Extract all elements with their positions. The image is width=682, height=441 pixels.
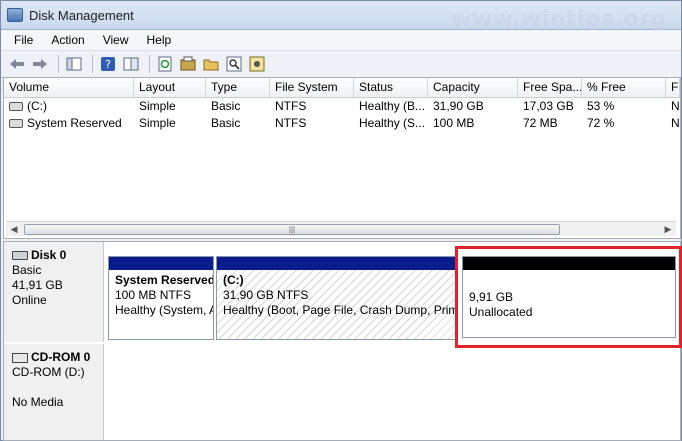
refresh-icon[interactable] [155,55,175,73]
partition-status: Healthy (Boot, Page File, Crash Dump, Pr… [223,303,455,317]
scroll-right-icon[interactable]: ▶ [661,222,675,236]
column-header-type[interactable]: Type [206,78,270,97]
menu-file[interactable]: File [5,31,42,49]
folder-icon[interactable] [201,55,221,73]
table-row[interactable]: System Reserved Simple Basic NTFS Health… [4,115,680,132]
column-header-free-space[interactable]: Free Spa... [518,78,582,97]
volume-name: (C:) [27,99,47,113]
partition-name: (C:) [223,273,244,287]
toolbar-separator [149,55,150,73]
type-cell: Basic [211,99,241,113]
volume-cell: (C:) [4,98,134,115]
drive-icon [9,102,23,112]
help-icon[interactable]: ? [98,55,118,73]
toolbar-separator [58,55,59,73]
volume-cell: System Reserved [4,115,134,132]
disk-0-label[interactable]: Disk 0 Basic 41,91 GB Online [4,242,104,342]
column-header-percent-free[interactable]: % Free [582,78,666,97]
column-header-file-system[interactable]: File System [270,78,354,97]
capacity-cell: 31,90 GB [433,99,484,113]
file-system-cell: NTFS [275,99,307,113]
cdrom-status: No Media [12,395,64,409]
volume-name: System Reserved [27,116,122,130]
disk-status: Online [12,293,47,307]
menu-bar: File Action View Help [1,30,681,51]
partition-size: 31,90 GB NTFS [223,288,309,302]
partition-c-drive[interactable]: (C:) 31,90 GB NTFS Healthy (Boot, Page F… [216,256,456,340]
console-tree-icon[interactable] [64,55,84,73]
forward-arrow-icon[interactable] [30,55,50,73]
cdrom-type: CD-ROM (D:) [12,365,85,379]
partition-name: System Reserved [115,273,213,287]
drive-icon [9,119,23,129]
horizontal-scrollbar[interactable]: ◀ ||| ▶ [6,221,676,236]
volume-list[interactable]: Volume Layout Type File System Status Ca… [3,77,681,239]
layout-cell: Simple [139,99,176,113]
disk-name: Disk 0 [31,248,67,262]
grip-icon: ||| [288,225,296,234]
type-cell: Basic [211,116,241,130]
cdrom-name: CD-ROM 0 [31,350,91,364]
free-space-cell: 17,03 GB [523,99,574,113]
cdrom-0-label[interactable]: CD-ROM 0 CD-ROM (D:) No Media [4,344,104,440]
menu-action[interactable]: Action [42,31,93,49]
partition-system-reserved[interactable]: System Reserved 100 MB NTFS Healthy (Sys… [108,256,214,340]
fault-tolerance-cell: N [671,99,680,113]
title-bar: Disk Management www.wintips.org [1,1,681,32]
scroll-left-icon[interactable]: ◀ [7,222,21,236]
status-cell: Healthy (B... [359,99,426,113]
status-cell: Healthy (S... [359,116,426,130]
disk-management-icon [7,8,23,22]
partition-bar [217,257,455,270]
settings-icon[interactable] [247,55,267,73]
file-system-cell: NTFS [275,116,307,130]
partition-bar [109,257,213,270]
menu-help[interactable]: Help [138,31,181,49]
partition-body: (C:) 31,90 GB NTFS Healthy (Boot, Page F… [217,270,455,321]
disk-size: 41,91 GB [12,278,63,292]
volume-list-header: Volume Layout Type File System Status Ca… [4,78,680,98]
hard-disk-icon [12,251,28,261]
partition-status: Healthy (System, Active, Primary Partiti… [115,303,213,317]
scrollbar-thumb[interactable]: ||| [24,224,560,235]
partition-size: 100 MB NTFS [115,288,192,302]
search-icon[interactable] [224,55,244,73]
rescan-icon[interactable] [178,55,198,73]
percent-free-cell: 72 % [587,116,615,130]
cd-drive-icon [12,352,28,363]
back-arrow-icon[interactable] [7,55,27,73]
table-row[interactable]: (C:) Simple Basic NTFS Healthy (B... 31,… [4,98,680,115]
highlight-box [455,246,682,348]
svg-text:?: ? [105,58,111,71]
column-header-volume[interactable]: Volume [4,78,134,97]
menu-view[interactable]: View [94,31,138,49]
column-header-fault-tolerance[interactable]: Fa [666,78,680,97]
capacity-cell: 100 MB [433,116,475,130]
window-title: Disk Management [29,7,134,23]
column-header-layout[interactable]: Layout [134,78,206,97]
disk-type: Basic [12,263,42,277]
column-header-status[interactable]: Status [354,78,428,97]
partition-body: System Reserved 100 MB NTFS Healthy (Sys… [109,270,213,321]
fault-tolerance-cell: N [671,116,680,130]
layout-cell: Simple [139,116,176,130]
disk-management-window: Disk Management www.wintips.org File Act… [0,0,682,441]
percent-free-cell: 53 % [587,99,615,113]
toolbar-separator [92,55,93,73]
column-header-capacity[interactable]: Capacity [428,78,518,97]
properties-icon[interactable] [121,55,141,73]
watermark: www.wintips.org [451,7,667,32]
toolbar: ? [1,51,681,78]
free-space-cell: 72 MB [523,116,558,130]
